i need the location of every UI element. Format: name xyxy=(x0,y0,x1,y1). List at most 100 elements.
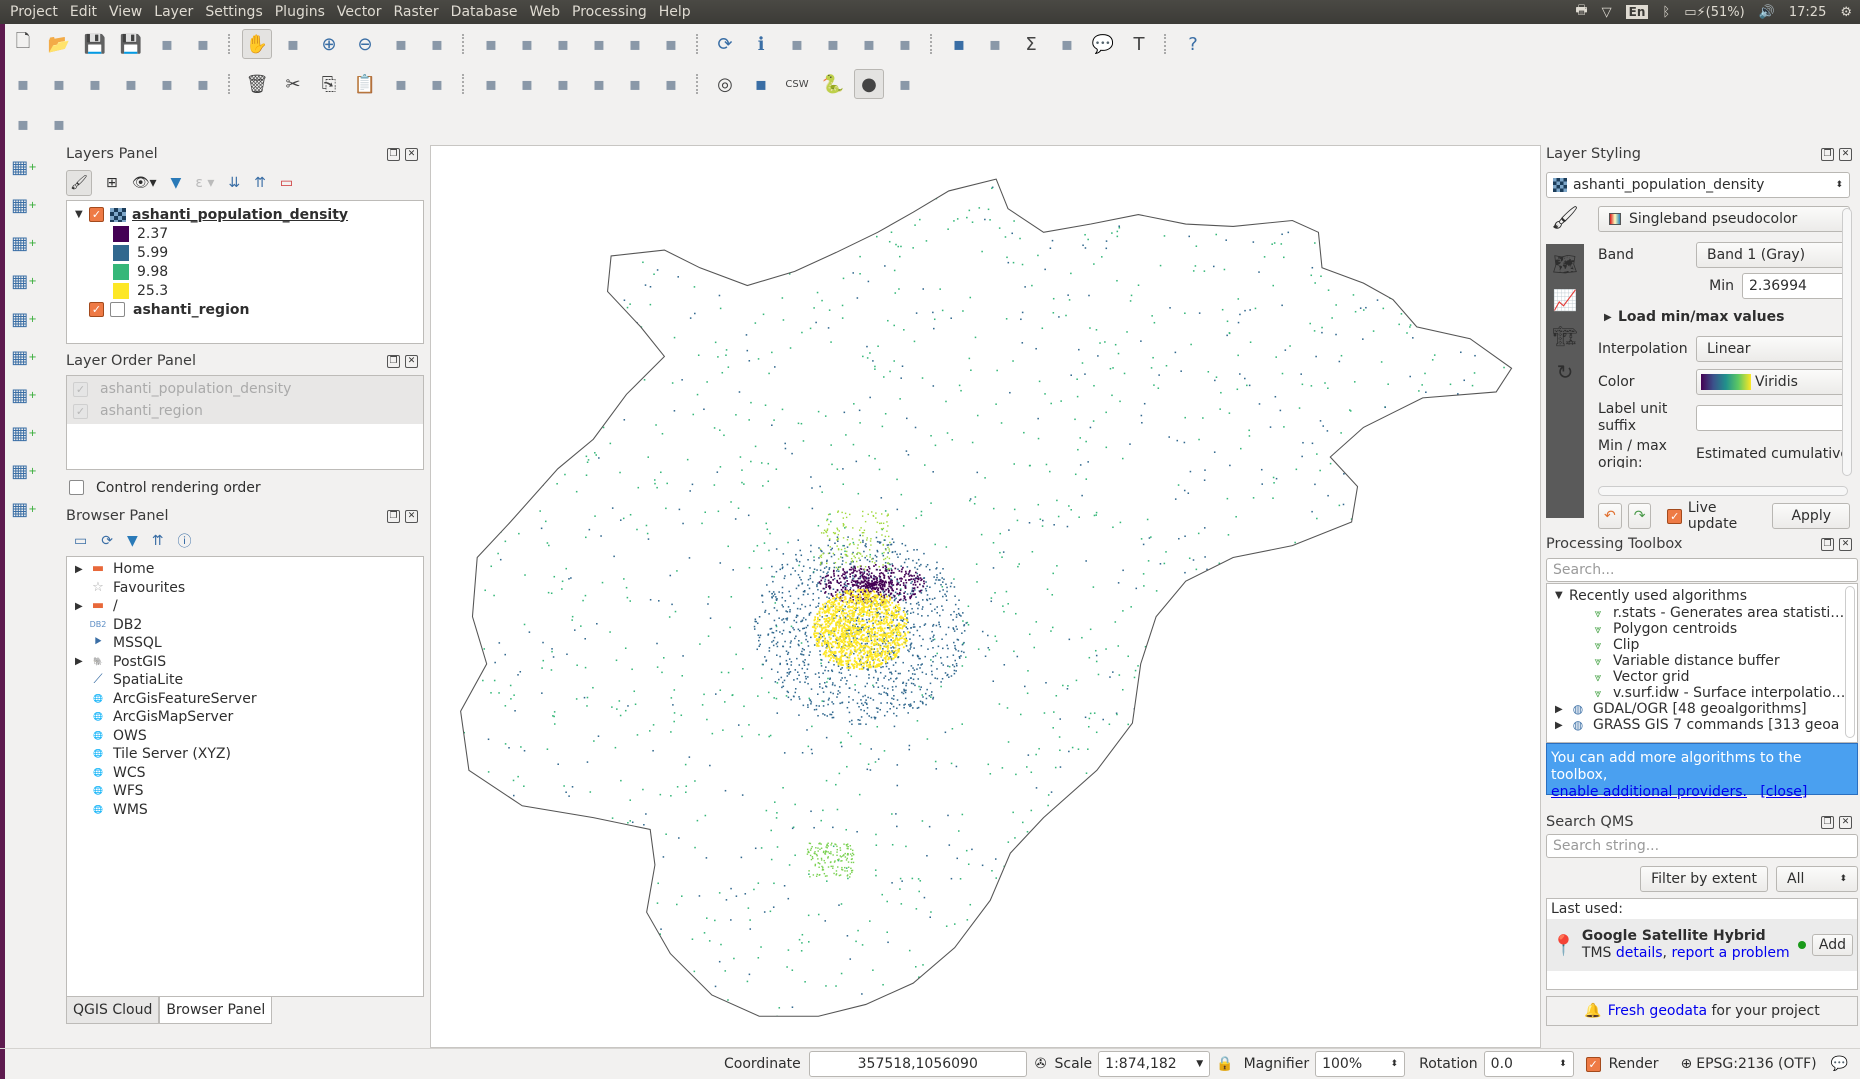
toolbar-grip[interactable] xyxy=(930,34,934,54)
qgis-cloud-icon[interactable]: ● xyxy=(854,69,884,99)
volume-icon[interactable]: 🔊 xyxy=(1759,5,1775,20)
tab-browser-panel[interactable]: Browser Panel xyxy=(159,997,273,1024)
run-action-icon[interactable]: ▪ xyxy=(782,29,812,59)
layer-name[interactable]: ashanti_region xyxy=(133,302,249,318)
float-icon[interactable]: ❐ xyxy=(387,355,400,368)
browser-item[interactable]: 🌐 WMS xyxy=(75,801,423,820)
visibility-icon[interactable]: 👁▾ xyxy=(132,175,157,191)
expand-all-icon[interactable]: ⇊ xyxy=(228,175,240,191)
zoom-to-selection-icon[interactable]: ▪ xyxy=(476,29,506,59)
add-group-icon[interactable]: ⊞ xyxy=(106,175,118,191)
close-icon[interactable]: ✕ xyxy=(405,148,418,161)
new-bookmark-icon[interactable]: ▪ xyxy=(620,29,650,59)
save-project-icon[interactable]: 💾 xyxy=(80,29,110,59)
zoom-in-icon[interactable]: ⊕ xyxy=(314,29,344,59)
new-shapefile-layer-icon[interactable]: ▦ + xyxy=(6,456,42,486)
filter-icon[interactable]: ▼ xyxy=(127,533,138,549)
toolbar-grip[interactable] xyxy=(462,74,466,94)
digitize-icon[interactable]: ▪ xyxy=(8,69,38,99)
browser-item[interactable]: ⟋ SpatiaLite xyxy=(75,671,423,690)
zoom-last-icon[interactable]: ▪ xyxy=(548,29,578,59)
browser-item[interactable]: 🌐 OWS xyxy=(75,727,423,746)
metasearch-icon[interactable]: ▪ xyxy=(746,69,776,99)
csw-icon[interactable]: CSW xyxy=(782,69,812,99)
select-features-icon[interactable]: ▪ xyxy=(818,29,848,59)
python-console-icon[interactable]: 🐍 xyxy=(818,69,848,99)
browser-item[interactable]: ☆ Favourites xyxy=(75,579,423,598)
toolbar-grip[interactable] xyxy=(1164,34,1168,54)
toggle-editing-icon[interactable]: ▪ xyxy=(44,69,74,99)
identify-icon[interactable]: ℹ xyxy=(746,29,776,59)
layer-item[interactable]: ✓ ashanti_region xyxy=(75,300,423,319)
text-annotation-icon[interactable]: T xyxy=(1124,29,1154,59)
paste-features-icon[interactable]: 📋 xyxy=(350,69,380,99)
vertex-tool-icon[interactable]: ▪ xyxy=(152,69,182,99)
composer-manager-icon[interactable]: ▪ xyxy=(188,29,218,59)
tab-qgis-cloud[interactable]: QGIS Cloud xyxy=(66,997,160,1024)
menu-edit[interactable]: Edit xyxy=(64,4,103,20)
layer-item[interactable]: ▼ ✓ ashanti_population_density xyxy=(75,205,423,224)
menu-vector[interactable]: Vector xyxy=(331,4,388,20)
zoom-native-icon[interactable]: ▪ xyxy=(386,29,416,59)
clock[interactable]: 17:25 xyxy=(1789,5,1826,20)
highlight-labels-icon[interactable]: ▪ xyxy=(512,69,542,99)
browser-item[interactable]: ▶ ▬ Home xyxy=(75,560,423,579)
label-properties-icon[interactable]: ▪ xyxy=(656,69,686,99)
zoom-next-icon[interactable]: ▪ xyxy=(584,29,614,59)
add-raster-layer-icon[interactable]: ▦ + xyxy=(6,190,42,220)
expand-arrow-icon[interactable]: ▶ xyxy=(75,656,89,667)
add-virtual-layer-icon[interactable]: ▦ + xyxy=(6,494,42,524)
move-feature-icon[interactable]: ▪ xyxy=(188,69,218,99)
bluetooth-icon[interactable]: ᛒ xyxy=(1662,5,1670,20)
power-icon[interactable]: ⚙ xyxy=(1840,5,1852,20)
refresh-icon[interactable]: ⟳ xyxy=(101,533,113,549)
move-label-icon[interactable]: ▪ xyxy=(548,69,578,99)
browser-item[interactable]: 🌐 ArcGisFeatureServer xyxy=(75,690,423,709)
float-icon[interactable]: ❐ xyxy=(387,510,400,523)
toolbar-grip[interactable] xyxy=(462,34,466,54)
filter-icon[interactable]: ▼ xyxy=(171,175,182,191)
field-calculator-icon[interactable]: ▪ xyxy=(980,29,1010,59)
printer-icon[interactable]: 🖶 xyxy=(1575,1,1587,23)
copy-features-icon[interactable]: ⎘ xyxy=(314,69,344,99)
toolbar-grip[interactable] xyxy=(696,34,700,54)
menu-layer[interactable]: Layer xyxy=(148,4,199,20)
wifi-icon[interactable]: ▽ xyxy=(1602,5,1612,20)
menu-raster[interactable]: Raster xyxy=(388,4,445,20)
label-diagram-icon[interactable]: ▪ xyxy=(422,69,452,99)
add-feature-icon[interactable]: ▪ xyxy=(116,69,146,99)
control-rendering-order-checkbox[interactable] xyxy=(69,480,84,495)
zoom-to-layer-icon[interactable]: ▪ xyxy=(512,29,542,59)
toolbar-grip[interactable] xyxy=(696,74,700,94)
change-label-icon[interactable]: ▪ xyxy=(620,69,650,99)
open-attribute-table-icon[interactable]: ▪ xyxy=(944,29,974,59)
layer-visibility-checkbox[interactable]: ✓ xyxy=(89,207,104,222)
menu-plugins[interactable]: Plugins xyxy=(269,4,331,20)
toolbar-grip[interactable] xyxy=(228,34,232,54)
layer-name[interactable]: ashanti_population_density xyxy=(132,207,348,223)
browser-item[interactable]: ▶ ▬ / xyxy=(75,597,423,616)
open-project-icon[interactable]: 📂 xyxy=(44,29,74,59)
add-vector-layer-icon[interactable]: ▦ + xyxy=(6,152,42,182)
qms-plugin-icon[interactable]: ▪ xyxy=(890,69,920,99)
new-project-icon[interactable]: 🗋 xyxy=(8,29,38,59)
browser-item[interactable]: 🌐 WCS xyxy=(75,764,423,783)
close-icon[interactable]: ✕ xyxy=(405,510,418,523)
save-as-icon[interactable]: 💾 xyxy=(116,29,146,59)
menu-project[interactable]: Project xyxy=(4,4,64,20)
browser-item[interactable]: 🌐 Tile Server (XYZ) xyxy=(75,745,423,764)
save-edits-icon[interactable]: ▪ xyxy=(80,69,110,99)
help-icon[interactable]: ? xyxy=(1178,29,1208,59)
info-icon[interactable]: ⓘ xyxy=(177,531,191,551)
add-wcs-layer-icon[interactable]: ▦ + xyxy=(6,342,42,372)
add-delimited-text-layer-icon[interactable]: ▦ + xyxy=(6,418,42,448)
collapse-all-icon[interactable]: ⇈ xyxy=(152,533,164,549)
browser-item[interactable]: ⯈ MSSQL xyxy=(75,634,423,653)
menu-database[interactable]: Database xyxy=(445,4,524,20)
layer-order-item[interactable]: ✓ ashanti_population_density xyxy=(73,378,417,400)
control-rendering-order[interactable]: Control rendering order xyxy=(66,478,424,497)
zoom-full-icon[interactable]: ▪ xyxy=(422,29,452,59)
menu-web[interactable]: Web xyxy=(523,4,566,20)
battery-indicator[interactable]: ▭⚡(51%) xyxy=(1684,5,1744,20)
browser-item[interactable]: ▶ 🐘 PostGIS xyxy=(75,653,423,672)
